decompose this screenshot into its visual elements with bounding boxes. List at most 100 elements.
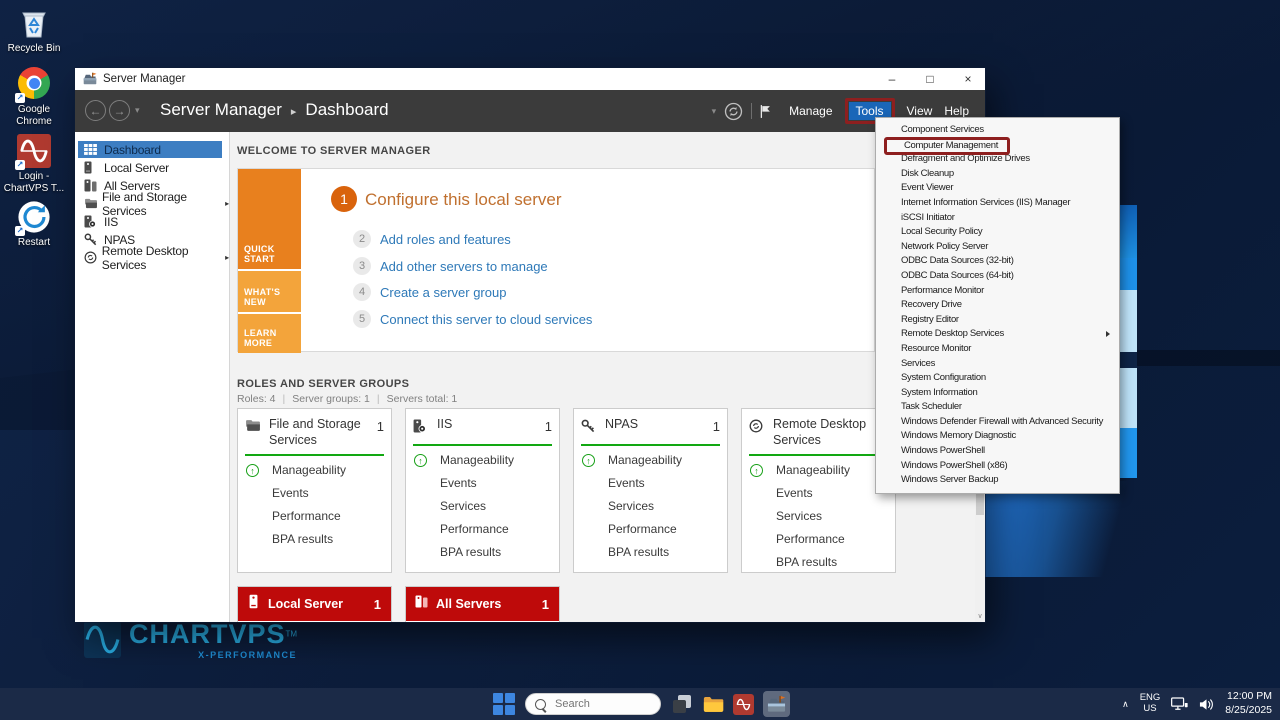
menu-item-server-backup[interactable]: Windows Server Backup — [876, 473, 1119, 488]
whats-new-tab[interactable]: WHAT'S NEW — [238, 271, 301, 312]
menu-item-computer-management[interactable]: Computer Management — [876, 138, 1119, 153]
sidebar-item-dashboard[interactable]: Dashboard — [78, 141, 222, 158]
menu-item-defender-firewall[interactable]: Windows Defender Firewall with Advanced … — [876, 415, 1119, 430]
sidebar-item-local-server[interactable]: Local Server — [75, 159, 229, 176]
server-manager-taskbar-button[interactable] — [763, 691, 790, 717]
card-row-bpa-results[interactable]: BPA results — [574, 542, 727, 561]
expand-arrow-icon[interactable]: ▸ — [225, 253, 229, 262]
search-input[interactable] — [553, 697, 647, 711]
menu-item-memory-diagnostic[interactable]: Windows Memory Diagnostic — [876, 429, 1119, 444]
configure-local-server-link[interactable]: Configure this local server — [365, 190, 562, 210]
card-row-manageability[interactable]: ↑Manageability — [406, 450, 559, 469]
clock[interactable]: 12:00 PM 8/25/2025 — [1225, 690, 1272, 717]
chartvps-app-button[interactable] — [733, 694, 754, 715]
sidebar-item-label: Local Server — [104, 161, 169, 175]
menu-item-network-policy-server[interactable]: Network Policy Server — [876, 240, 1119, 255]
menu-item-disk-cleanup[interactable]: Disk Cleanup — [876, 167, 1119, 182]
desktop-icon-restart[interactable]: ↗ Restart — [2, 200, 66, 249]
notifications-caret-icon[interactable]: ▾ — [712, 106, 717, 117]
create-server-group-link[interactable]: Create a server group — [380, 285, 506, 300]
menu-item-iscsi-initiator[interactable]: iSCSI Initiator — [876, 211, 1119, 226]
desktop-icon-login-chartvps[interactable]: ↗ Login - ChartVPS T... — [2, 134, 66, 195]
connect-cloud-services-link[interactable]: Connect this server to cloud services — [380, 312, 592, 327]
nav-history-caret-icon[interactable]: ▾ — [135, 105, 140, 116]
manage-flag-icon[interactable] — [760, 104, 771, 119]
card-row-performance[interactable]: Performance — [742, 529, 895, 548]
card-row-events[interactable]: Events — [238, 483, 391, 502]
card-row-services[interactable]: Services — [406, 496, 559, 515]
taskbar-search[interactable] — [525, 693, 661, 715]
quick-start-tab[interactable]: QUICK START — [238, 169, 301, 269]
file-explorer-button[interactable] — [703, 695, 724, 713]
card-row-events[interactable]: Events — [574, 473, 727, 492]
menu-item-powershell-x86[interactable]: Windows PowerShell (x86) — [876, 459, 1119, 474]
menubar-manage[interactable]: Manage — [789, 104, 832, 118]
menu-item-resource-monitor[interactable]: Resource Monitor — [876, 342, 1119, 357]
status-tile-all-servers[interactable]: All Servers 1 ↑ — [405, 586, 560, 622]
expand-arrow-icon[interactable]: ▸ — [225, 199, 229, 208]
language-indicator[interactable]: ENGUS — [1140, 693, 1161, 715]
add-roles-features-link[interactable]: Add roles and features — [380, 232, 511, 247]
server-manager-app-icon — [83, 72, 97, 86]
card-row-manageability[interactable]: ↑Manageability — [238, 460, 391, 479]
sidebar-item-file-storage-services[interactable]: File and Storage Services ▸ — [75, 195, 229, 212]
menu-item-remote-desktop-services[interactable]: Remote Desktop Services — [876, 327, 1119, 342]
learn-more-tab[interactable]: LEARN MORE — [238, 314, 301, 353]
card-row-performance[interactable]: Performance — [406, 519, 559, 538]
menu-item-performance-monitor[interactable]: Performance Monitor — [876, 284, 1119, 299]
menu-item-odbc-32[interactable]: ODBC Data Sources (32-bit) — [876, 254, 1119, 269]
menu-item-task-scheduler[interactable]: Task Scheduler — [876, 400, 1119, 415]
card-row-performance[interactable]: Performance — [574, 519, 727, 538]
card-row-bpa-results[interactable]: BPA results — [406, 542, 559, 561]
menu-item-odbc-64[interactable]: ODBC Data Sources (64-bit) — [876, 269, 1119, 284]
card-title[interactable]: Remote Desktop Services — [773, 417, 868, 448]
card-row-events[interactable]: Events — [406, 473, 559, 492]
card-title[interactable]: IIS — [437, 417, 532, 438]
card-row-services[interactable]: Services — [742, 506, 895, 525]
card-row-performance[interactable]: Performance — [238, 506, 391, 525]
card-row-bpa-results[interactable]: BPA results — [238, 529, 391, 548]
refresh-icon[interactable] — [724, 102, 743, 121]
card-title[interactable]: File and Storage Services — [269, 417, 364, 448]
card-row-services[interactable]: Services — [574, 496, 727, 515]
window-titlebar[interactable]: Server Manager – □ × — [75, 68, 985, 90]
menubar-view[interactable]: View — [907, 104, 933, 118]
menu-item-component-services[interactable]: Component Services — [876, 123, 1119, 138]
add-servers-link[interactable]: Add other servers to manage — [380, 259, 548, 274]
status-tile-local-server[interactable]: Local Server 1 ↑ — [237, 586, 392, 622]
menu-item-registry-editor[interactable]: Registry Editor — [876, 313, 1119, 328]
card-row-events[interactable]: Events — [742, 483, 895, 502]
tray-chevron-icon[interactable]: ∧ — [1122, 699, 1129, 710]
card-row-manageability[interactable]: ↑Manageability — [574, 450, 727, 469]
minimize-button[interactable]: – — [885, 72, 899, 86]
chartvps-logo-icon — [84, 621, 121, 658]
desktop-icon-recycle-bin[interactable]: Recycle Bin — [2, 6, 66, 55]
shortcut-arrow-icon: ↗ — [15, 93, 25, 103]
menu-item-recovery-drive[interactable]: Recovery Drive — [876, 298, 1119, 313]
volume-icon[interactable] — [1199, 698, 1214, 711]
task-view-button[interactable] — [670, 692, 694, 716]
card-title[interactable]: NPAS — [605, 417, 700, 438]
card-row-manageability[interactable]: ↑Manageability — [742, 460, 895, 479]
forward-button[interactable]: → — [109, 100, 130, 121]
breadcrumb-root[interactable]: Server Manager — [160, 100, 282, 120]
menubar-help[interactable]: Help — [944, 104, 969, 118]
card-row-bpa-results[interactable]: BPA results — [742, 552, 895, 571]
menu-item-system-configuration[interactable]: System Configuration — [876, 371, 1119, 386]
menu-item-system-information[interactable]: System Information — [876, 386, 1119, 401]
network-icon[interactable] — [1171, 697, 1188, 711]
menu-item-services[interactable]: Services — [876, 357, 1119, 372]
back-button[interactable]: ← — [85, 100, 106, 121]
start-button[interactable] — [492, 692, 516, 716]
close-button[interactable]: × — [961, 72, 975, 86]
sidebar-item-remote-desktop-services[interactable]: Remote Desktop Services ▸ — [75, 249, 229, 266]
role-card-file-storage-services: File and Storage Services 1 ↑Manageabili… — [237, 408, 392, 573]
menu-item-event-viewer[interactable]: Event Viewer — [876, 181, 1119, 196]
menu-item-iis-manager[interactable]: Internet Information Services (IIS) Mana… — [876, 196, 1119, 211]
scroll-down-icon[interactable]: ∨ — [975, 612, 985, 620]
breadcrumb: Server Manager ▸ Dashboard — [160, 100, 389, 120]
menu-item-local-security-policy[interactable]: Local Security Policy — [876, 225, 1119, 240]
maximize-button[interactable]: □ — [923, 72, 937, 86]
desktop-icon-google-chrome[interactable]: ↗ Google Chrome — [2, 66, 66, 128]
menu-item-powershell[interactable]: Windows PowerShell — [876, 444, 1119, 459]
